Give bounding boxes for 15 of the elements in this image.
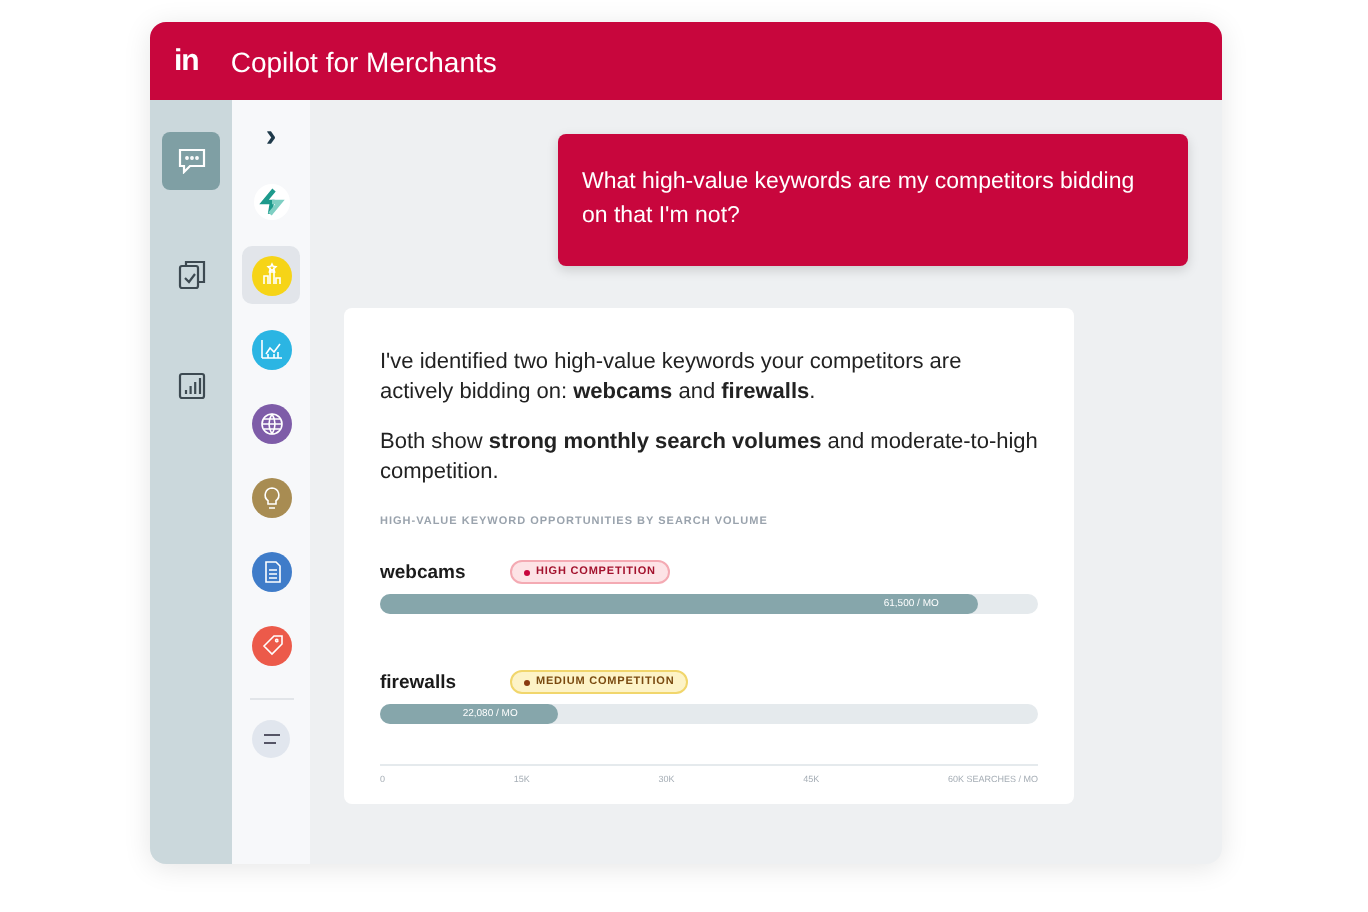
reply-text: I've identified two high-value keywords your competitors are actively bidding on: webcams and firewalls. [380,348,964,408]
menu-button[interactable] [252,720,290,758]
logo: in [174,44,199,78]
bar-chart-icon [177,371,205,399]
chat-icon [177,148,205,174]
reply-text: Both show strong monthly search volumes and moderate-to-high competition. [380,428,1038,488]
nav-button[interactable] [162,132,220,190]
expand-button[interactable]: › [265,120,277,156]
clipboard-icon [177,257,205,289]
user-message: What high-value keywords are my competitors bidding on that I'm not? [558,134,1188,266]
keyword-label: firewalls [380,671,459,693]
menu-icon [263,734,279,744]
app-title: Copilot for Merchants [230,45,497,77]
keyword-label: webcams [380,561,468,583]
logo-icon [253,183,289,219]
